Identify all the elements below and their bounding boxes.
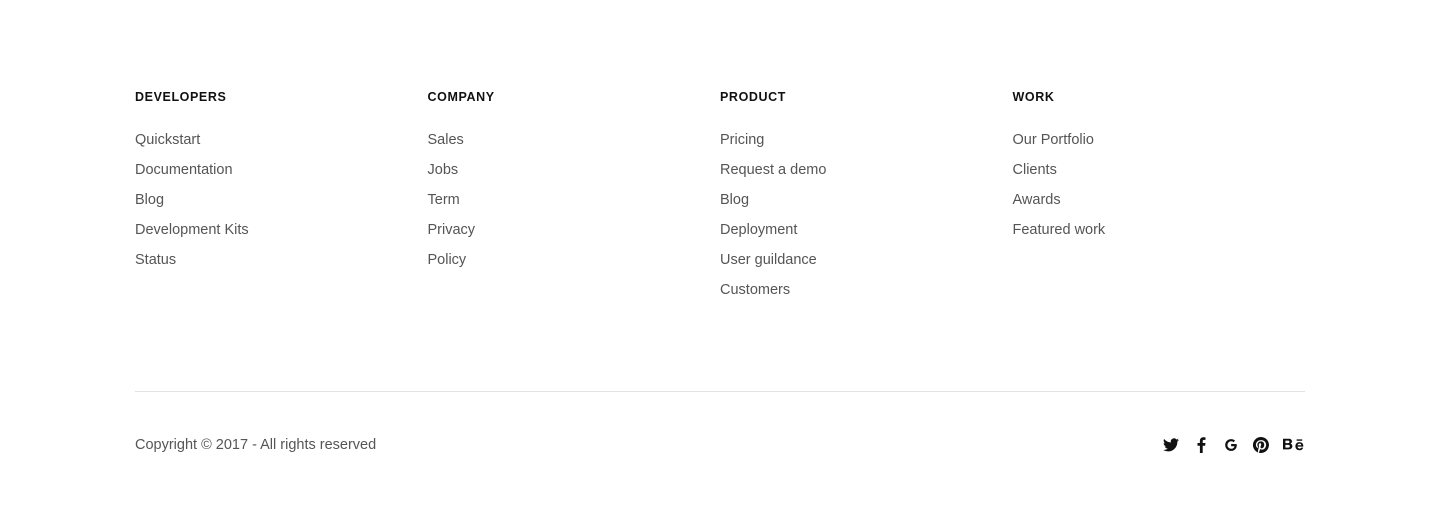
list-item: Development Kits: [135, 221, 428, 251]
footer-column-work: WORK Our Portfolio Clients Awards Featur…: [1013, 90, 1306, 311]
list-item: Term: [428, 191, 721, 221]
column-heading: DEVELOPERS: [135, 90, 227, 104]
footer-link-status[interactable]: Status: [135, 252, 176, 268]
footer-link-user-guidance[interactable]: User guildance: [720, 252, 817, 268]
footer-link-deployment[interactable]: Deployment: [720, 222, 797, 238]
footer-link-sales[interactable]: Sales: [428, 132, 464, 148]
column-heading: COMPANY: [427, 90, 495, 104]
list-item: Status: [135, 251, 428, 281]
footer-link-clients[interactable]: Clients: [1013, 162, 1057, 178]
list-item: Blog: [720, 191, 1013, 221]
link-list: Our Portfolio Clients Awards Featured wo…: [1013, 131, 1306, 251]
footer-link-quickstart[interactable]: Quickstart: [135, 132, 200, 148]
list-item: Policy: [428, 251, 721, 281]
list-item: Quickstart: [135, 131, 428, 161]
google-icon[interactable]: [1223, 436, 1239, 454]
list-item: User guildance: [720, 251, 1013, 281]
facebook-icon[interactable]: [1193, 436, 1209, 454]
footer-column-product: PRODUCT Pricing Request a demo Blog Depl…: [720, 90, 1013, 311]
list-item: Blog: [135, 191, 428, 221]
link-list: Quickstart Documentation Blog Developmen…: [135, 131, 428, 281]
site-footer: DEVELOPERS Quickstart Documentation Blog…: [0, 0, 1440, 506]
list-item: Sales: [428, 131, 721, 161]
list-item: Featured work: [1013, 221, 1306, 251]
pinterest-icon[interactable]: [1253, 436, 1269, 454]
footer-link-pricing[interactable]: Pricing: [720, 132, 764, 148]
list-item: Clients: [1013, 161, 1306, 191]
footer-link-privacy[interactable]: Privacy: [428, 222, 476, 238]
footer-divider: [135, 391, 1305, 392]
column-heading: WORK: [1012, 90, 1055, 104]
footer-column-company: COMPANY Sales Jobs Term Privacy Policy: [428, 90, 721, 311]
column-heading: PRODUCT: [720, 90, 787, 104]
list-item: Customers: [720, 281, 1013, 311]
footer-link-blog[interactable]: Blog: [720, 192, 749, 208]
footer-link-customers[interactable]: Customers: [720, 282, 790, 298]
list-item: Documentation: [135, 161, 428, 191]
twitter-icon[interactable]: [1163, 436, 1179, 454]
list-item: Request a demo: [720, 161, 1013, 191]
list-item: Pricing: [720, 131, 1013, 161]
footer-columns: DEVELOPERS Quickstart Documentation Blog…: [135, 90, 1305, 311]
behance-icon[interactable]: [1283, 436, 1305, 454]
footer-link-documentation[interactable]: Documentation: [135, 162, 233, 178]
footer-link-our-portfolio[interactable]: Our Portfolio: [1013, 132, 1094, 148]
footer-link-development-kits[interactable]: Development Kits: [135, 222, 249, 238]
list-item: Awards: [1013, 191, 1306, 221]
footer-link-jobs[interactable]: Jobs: [428, 162, 459, 178]
footer-link-featured-work[interactable]: Featured work: [1013, 222, 1106, 238]
list-item: Privacy: [428, 221, 721, 251]
footer-link-awards[interactable]: Awards: [1013, 192, 1061, 208]
list-item: Deployment: [720, 221, 1013, 251]
footer-column-developers: DEVELOPERS Quickstart Documentation Blog…: [135, 90, 428, 311]
copyright-text: Copyright © 2017 - All rights reserved: [135, 437, 377, 453]
list-item: Our Portfolio: [1013, 131, 1306, 161]
list-item: Jobs: [428, 161, 721, 191]
footer-link-blog[interactable]: Blog: [135, 192, 164, 208]
footer-link-policy[interactable]: Policy: [428, 252, 467, 268]
link-list: Pricing Request a demo Blog Deployment U…: [720, 131, 1013, 311]
social-links: [1163, 436, 1305, 454]
link-list: Sales Jobs Term Privacy Policy: [428, 131, 721, 281]
footer-link-term[interactable]: Term: [428, 192, 460, 208]
footer-link-request-demo[interactable]: Request a demo: [720, 162, 826, 178]
